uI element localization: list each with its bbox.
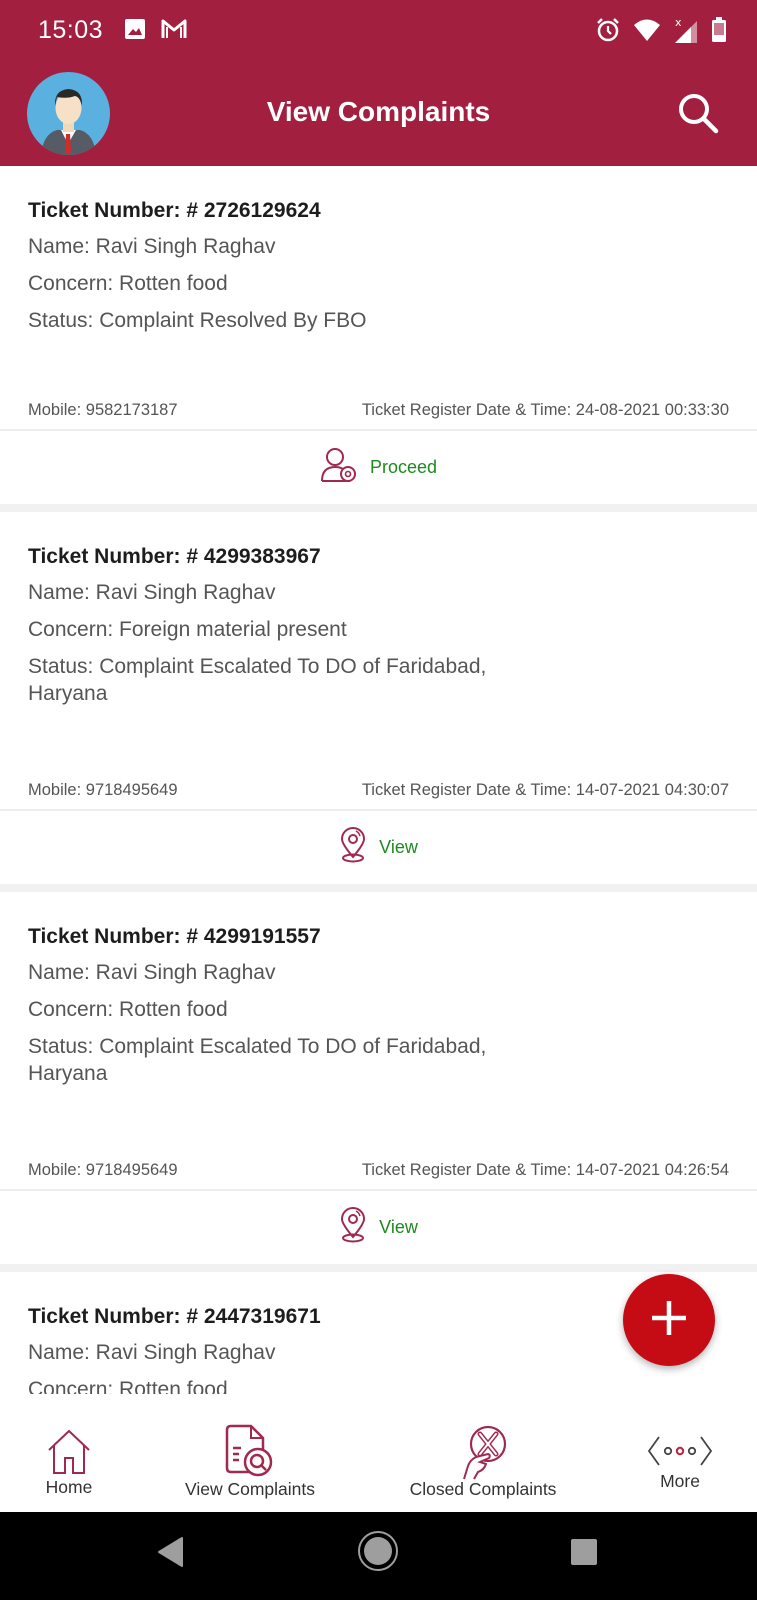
complainant-name: Name: Ravi Singh Raghav <box>28 235 276 258</box>
more-dots-icon <box>647 1434 713 1473</box>
page-title: View Complaints <box>266 96 491 127</box>
complaint-status: Status: Complaint Resolved By FBO <box>28 309 367 332</box>
svg-text:x: x <box>675 16 682 29</box>
proceed-button[interactable]: Proceed <box>0 431 757 504</box>
user-at-icon <box>320 447 358 488</box>
bottom-nav: Home View Complaints Closed Complaints M… <box>0 1394 757 1512</box>
register-datetime: Ticket Register Date & Time: 14-07-2021 … <box>361 780 729 799</box>
ticket-number: Ticket Number: # 4299191557 <box>28 925 321 948</box>
system-navigation-bar <box>0 1512 757 1600</box>
nav-label: View Complaints <box>184 1479 315 1499</box>
action-label: Proceed <box>369 457 438 477</box>
complaint-card[interactable]: Ticket Number: # 4299191557 Name: Ravi S… <box>0 892 757 1264</box>
wifi-icon <box>633 18 661 47</box>
complainant-name: Name: Ravi Singh Raghav <box>28 581 276 604</box>
status-time: 15:03 <box>38 16 104 44</box>
complaint-concern: Concern: Rotten food <box>28 272 228 295</box>
mobile-number: Mobile: 9718495649 <box>28 1160 178 1179</box>
complaint-status: Status: Complaint Escalated To DO of Far… <box>28 1035 487 1085</box>
mobile-number: Mobile: 9718495649 <box>28 780 178 799</box>
register-datetime: Ticket Register Date & Time: 24-08-2021 … <box>361 400 729 419</box>
action-label: View <box>379 1217 418 1237</box>
search-button[interactable] <box>675 90 721 136</box>
alarm-icon <box>595 17 621 48</box>
home-icon <box>45 1428 93 1481</box>
signal-icon: x <box>673 16 699 49</box>
nav-home[interactable]: Home <box>38 1394 100 1498</box>
location-pin-icon <box>339 827 367 868</box>
complainant-name: Name: Ravi Singh Raghav <box>28 961 276 984</box>
nav-view-complaints[interactable]: View Complaints <box>175 1394 325 1500</box>
complaint-concern: Concern: Foreign material present <box>28 618 347 641</box>
complaint-list[interactable]: Ticket Number: # 2726129624 Name: Ravi S… <box>0 166 757 1394</box>
back-button[interactable] <box>156 1536 184 1573</box>
register-datetime: Ticket Register Date & Time: 14-07-2021 … <box>361 1160 729 1179</box>
status-bar: 15:03 x <box>0 0 757 62</box>
mobile-number: Mobile: 9582173187 <box>28 400 178 419</box>
image-icon <box>124 18 146 45</box>
add-complaint-button[interactable] <box>623 1274 715 1366</box>
gmail-icon <box>160 18 188 45</box>
view-button[interactable]: View <box>0 1191 757 1264</box>
ticket-number: Ticket Number: # 4299383967 <box>28 545 321 568</box>
complaint-card[interactable]: Ticket Number: # 2726129624 Name: Ravi S… <box>0 166 757 504</box>
nav-label: More <box>660 1471 700 1491</box>
location-pin-icon <box>339 1207 367 1248</box>
complaint-status: Status: Complaint Escalated To DO of Far… <box>28 655 487 705</box>
nav-more[interactable]: More <box>645 1394 715 1492</box>
complainant-name: Name: Ravi Singh Raghav <box>28 1341 276 1364</box>
plus-icon <box>649 1298 689 1343</box>
complaint-concern: Concern: Rotten food <box>28 998 228 1021</box>
search-icon <box>675 94 721 140</box>
complaint-card[interactable]: Ticket Number: # 4299383967 Name: Ravi S… <box>0 512 757 884</box>
battery-icon <box>711 17 727 48</box>
nav-label: Home <box>45 1477 93 1497</box>
ticket-number: Ticket Number: # 2726129624 <box>28 199 321 222</box>
hand-cancel-icon <box>456 1424 510 1485</box>
nav-label: Closed Complaints <box>409 1479 557 1499</box>
action-label: View <box>379 837 418 857</box>
app-bar: View Complaints <box>0 62 757 166</box>
complaint-concern: Concern: Rotten food <box>28 1378 228 1394</box>
document-search-icon <box>223 1424 277 1485</box>
nav-closed-complaints[interactable]: Closed Complaints <box>400 1394 566 1500</box>
view-button[interactable]: View <box>0 811 757 884</box>
recents-button[interactable] <box>570 1538 598 1571</box>
home-button[interactable] <box>357 1530 399 1577</box>
